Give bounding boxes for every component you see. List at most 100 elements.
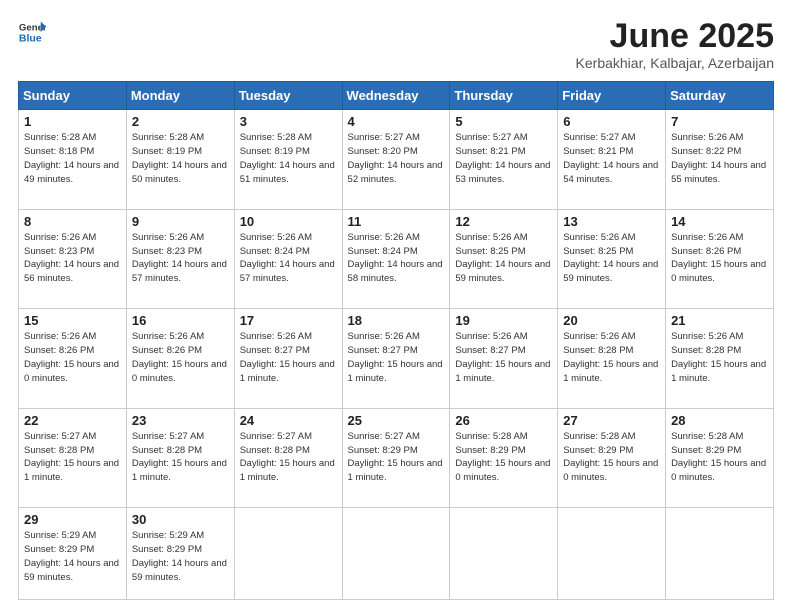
day-number: 13: [563, 214, 660, 229]
day-info: Sunrise: 5:26 AMSunset: 8:22 PMDaylight:…: [671, 131, 768, 186]
day-info: Sunrise: 5:28 AMSunset: 8:18 PMDaylight:…: [24, 131, 121, 186]
weekday-header: Saturday: [666, 82, 774, 110]
calendar-cell: 13 Sunrise: 5:26 AMSunset: 8:25 PMDayligh…: [558, 209, 666, 308]
month-title: June 2025: [576, 18, 774, 55]
day-number: 9: [132, 214, 229, 229]
day-number: 4: [348, 114, 445, 129]
calendar-cell: [558, 508, 666, 600]
day-info: Sunrise: 5:26 AMSunset: 8:24 PMDaylight:…: [240, 231, 337, 286]
calendar-cell: 25 Sunrise: 5:27 AMSunset: 8:29 PMDayligh…: [342, 408, 450, 507]
day-number: 17: [240, 313, 337, 328]
calendar-week-row: 15 Sunrise: 5:26 AMSunset: 8:26 PMDayligh…: [19, 309, 774, 408]
day-number: 3: [240, 114, 337, 129]
logo: General Blue: [18, 18, 46, 46]
day-info: Sunrise: 5:28 AMSunset: 8:19 PMDaylight:…: [240, 131, 337, 186]
day-info: Sunrise: 5:26 AMSunset: 8:23 PMDaylight:…: [132, 231, 229, 286]
weekday-header: Sunday: [19, 82, 127, 110]
day-number: 5: [455, 114, 552, 129]
day-info: Sunrise: 5:26 AMSunset: 8:26 PMDaylight:…: [24, 330, 121, 385]
weekday-header: Monday: [126, 82, 234, 110]
day-number: 25: [348, 413, 445, 428]
day-number: 12: [455, 214, 552, 229]
calendar-cell: 3 Sunrise: 5:28 AMSunset: 8:19 PMDaylight…: [234, 110, 342, 209]
header: General Blue June 2025 Kerbakhiar, Kalba…: [18, 18, 774, 71]
weekday-header: Tuesday: [234, 82, 342, 110]
day-number: 22: [24, 413, 121, 428]
weekday-header: Thursday: [450, 82, 558, 110]
day-number: 30: [132, 512, 229, 527]
weekday-header: Wednesday: [342, 82, 450, 110]
day-info: Sunrise: 5:29 AMSunset: 8:29 PMDaylight:…: [24, 529, 121, 584]
calendar-cell: 6Sunrise: 5:27 AMSunset: 8:21 PMDaylight…: [558, 110, 666, 209]
day-number: 19: [455, 313, 552, 328]
calendar-week-row: 22 Sunrise: 5:27 AMSunset: 8:28 PMDayligh…: [19, 408, 774, 507]
day-info: Sunrise: 5:26 AMSunset: 8:27 PMDaylight:…: [455, 330, 552, 385]
calendar-cell: [666, 508, 774, 600]
day-info: Sunrise: 5:28 AMSunset: 8:29 PMDaylight:…: [671, 430, 768, 485]
day-number: 8: [24, 214, 121, 229]
calendar-cell: 21Sunrise: 5:26 AMSunset: 8:28 PMDayligh…: [666, 309, 774, 408]
location: Kerbakhiar, Kalbajar, Azerbaijan: [576, 55, 774, 71]
day-info: Sunrise: 5:26 AMSunset: 8:28 PMDaylight:…: [671, 330, 768, 385]
day-number: 10: [240, 214, 337, 229]
logo-icon: General Blue: [18, 18, 46, 46]
calendar-cell: 19 Sunrise: 5:26 AMSunset: 8:27 PMDayligh…: [450, 309, 558, 408]
calendar-cell: 8 Sunrise: 5:26 AMSunset: 8:23 PMDaylight…: [19, 209, 127, 308]
calendar-cell: 12Sunrise: 5:26 AMSunset: 8:25 PMDayligh…: [450, 209, 558, 308]
calendar-cell: 26Sunrise: 5:28 AMSunset: 8:29 PMDayligh…: [450, 408, 558, 507]
calendar-cell: 22Sunrise: 5:27 AMSunset: 8:28 PMDayligh…: [19, 408, 127, 507]
svg-text:Blue: Blue: [19, 33, 42, 45]
day-info: Sunrise: 5:26 AMSunset: 8:24 PMDaylight:…: [348, 231, 445, 286]
weekday-header: Friday: [558, 82, 666, 110]
day-info: Sunrise: 5:28 AMSunset: 8:19 PMDaylight:…: [132, 131, 229, 186]
calendar-cell: 5 Sunrise: 5:27 AMSunset: 8:21 PMDaylight…: [450, 110, 558, 209]
day-info: Sunrise: 5:27 AMSunset: 8:28 PMDaylight:…: [240, 430, 337, 485]
calendar-cell: 16 Sunrise: 5:26 AMSunset: 8:26 PMDayligh…: [126, 309, 234, 408]
day-info: Sunrise: 5:26 AMSunset: 8:23 PMDaylight:…: [24, 231, 121, 286]
calendar-cell: 24Sunrise: 5:27 AMSunset: 8:28 PMDayligh…: [234, 408, 342, 507]
calendar-cell: [450, 508, 558, 600]
day-number: 1: [24, 114, 121, 129]
day-info: Sunrise: 5:26 AMSunset: 8:27 PMDaylight:…: [348, 330, 445, 385]
day-number: 15: [24, 313, 121, 328]
day-info: Sunrise: 5:26 AMSunset: 8:25 PMDaylight:…: [563, 231, 660, 286]
day-number: 20: [563, 313, 660, 328]
calendar-cell: 27Sunrise: 5:28 AMSunset: 8:29 PMDayligh…: [558, 408, 666, 507]
calendar-cell: 28 Sunrise: 5:28 AMSunset: 8:29 PMDayligh…: [666, 408, 774, 507]
day-info: Sunrise: 5:27 AMSunset: 8:21 PMDaylight:…: [455, 131, 552, 186]
day-info: Sunrise: 5:26 AMSunset: 8:28 PMDaylight:…: [563, 330, 660, 385]
calendar-cell: 17 Sunrise: 5:26 AMSunset: 8:27 PMDayligh…: [234, 309, 342, 408]
calendar-cell: 18Sunrise: 5:26 AMSunset: 8:27 PMDayligh…: [342, 309, 450, 408]
day-info: Sunrise: 5:29 AMSunset: 8:29 PMDaylight:…: [132, 529, 229, 584]
calendar-cell: [234, 508, 342, 600]
day-number: 2: [132, 114, 229, 129]
day-number: 7: [671, 114, 768, 129]
calendar-header-row: SundayMondayTuesdayWednesdayThursdayFrid…: [19, 82, 774, 110]
day-info: Sunrise: 5:28 AMSunset: 8:29 PMDaylight:…: [563, 430, 660, 485]
day-info: Sunrise: 5:26 AMSunset: 8:26 PMDaylight:…: [132, 330, 229, 385]
day-info: Sunrise: 5:27 AMSunset: 8:28 PMDaylight:…: [132, 430, 229, 485]
calendar-cell: 14 Sunrise: 5:26 AMSunset: 8:26 PMDayligh…: [666, 209, 774, 308]
day-number: 11: [348, 214, 445, 229]
day-number: 14: [671, 214, 768, 229]
calendar-week-row: 1 Sunrise: 5:28 AMSunset: 8:18 PMDaylight…: [19, 110, 774, 209]
calendar-week-row: 29Sunrise: 5:29 AMSunset: 8:29 PMDayligh…: [19, 508, 774, 600]
day-info: Sunrise: 5:26 AMSunset: 8:26 PMDaylight:…: [671, 231, 768, 286]
day-number: 16: [132, 313, 229, 328]
day-info: Sunrise: 5:26 AMSunset: 8:27 PMDaylight:…: [240, 330, 337, 385]
calendar-cell: 10 Sunrise: 5:26 AMSunset: 8:24 PMDayligh…: [234, 209, 342, 308]
page: General Blue June 2025 Kerbakhiar, Kalba…: [0, 0, 792, 612]
calendar-table: SundayMondayTuesdayWednesdayThursdayFrid…: [18, 81, 774, 600]
day-info: Sunrise: 5:27 AMSunset: 8:20 PMDaylight:…: [348, 131, 445, 186]
calendar-cell: 30 Sunrise: 5:29 AMSunset: 8:29 PMDayligh…: [126, 508, 234, 600]
calendar-cell: 29Sunrise: 5:29 AMSunset: 8:29 PMDayligh…: [19, 508, 127, 600]
calendar-cell: [342, 508, 450, 600]
calendar-cell: 20 Sunrise: 5:26 AMSunset: 8:28 PMDayligh…: [558, 309, 666, 408]
calendar-cell: 4 Sunrise: 5:27 AMSunset: 8:20 PMDaylight…: [342, 110, 450, 209]
day-number: 28: [671, 413, 768, 428]
day-number: 6: [563, 114, 660, 129]
calendar-cell: 2 Sunrise: 5:28 AMSunset: 8:19 PMDaylight…: [126, 110, 234, 209]
calendar-week-row: 8 Sunrise: 5:26 AMSunset: 8:23 PMDaylight…: [19, 209, 774, 308]
day-number: 26: [455, 413, 552, 428]
day-info: Sunrise: 5:27 AMSunset: 8:29 PMDaylight:…: [348, 430, 445, 485]
